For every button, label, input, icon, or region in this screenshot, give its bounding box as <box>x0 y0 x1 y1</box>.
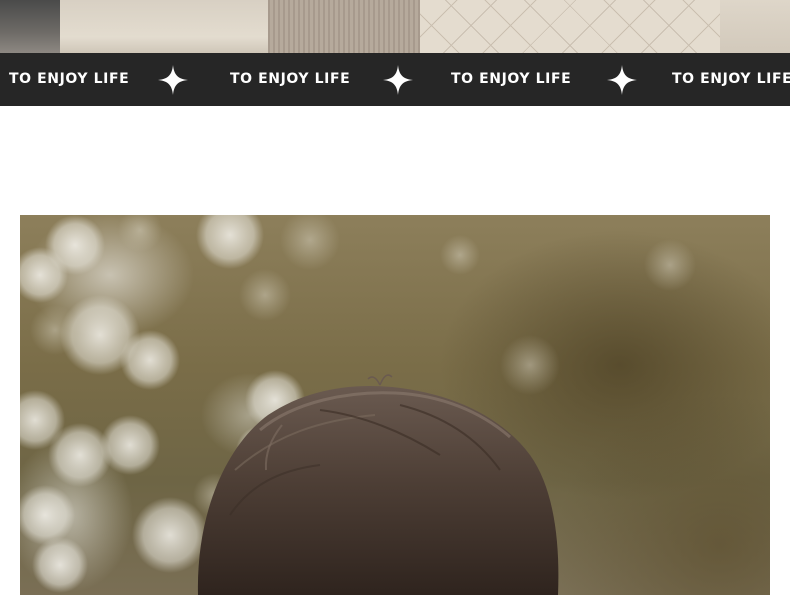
photo-scene <box>20 215 696 595</box>
photo-coat-right-panel <box>720 0 790 53</box>
top-product-photo <box>0 0 790 53</box>
sparkle-icon <box>158 65 188 95</box>
slogan-banner: TO ENJOY LIFE TO ENJOY LIFE TO ENJOY LIF… <box>0 53 790 106</box>
banner-phrase: TO ENJOY LIFE <box>451 71 572 87</box>
lifestyle-photo <box>20 215 770 595</box>
photo-coat-left-panel <box>60 0 272 53</box>
sparkle-icon <box>383 65 413 95</box>
photo-quilted-coat <box>420 0 720 53</box>
banner-phrase: TO ENJOY LIFE <box>672 71 790 87</box>
photo-sleeve-shadow <box>0 0 60 53</box>
sparkle-icon <box>607 65 637 95</box>
banner-phrase: TO ENJOY LIFE <box>9 71 130 87</box>
photo-knit-sweater <box>268 0 420 53</box>
banner-phrase: TO ENJOY LIFE <box>230 71 351 87</box>
